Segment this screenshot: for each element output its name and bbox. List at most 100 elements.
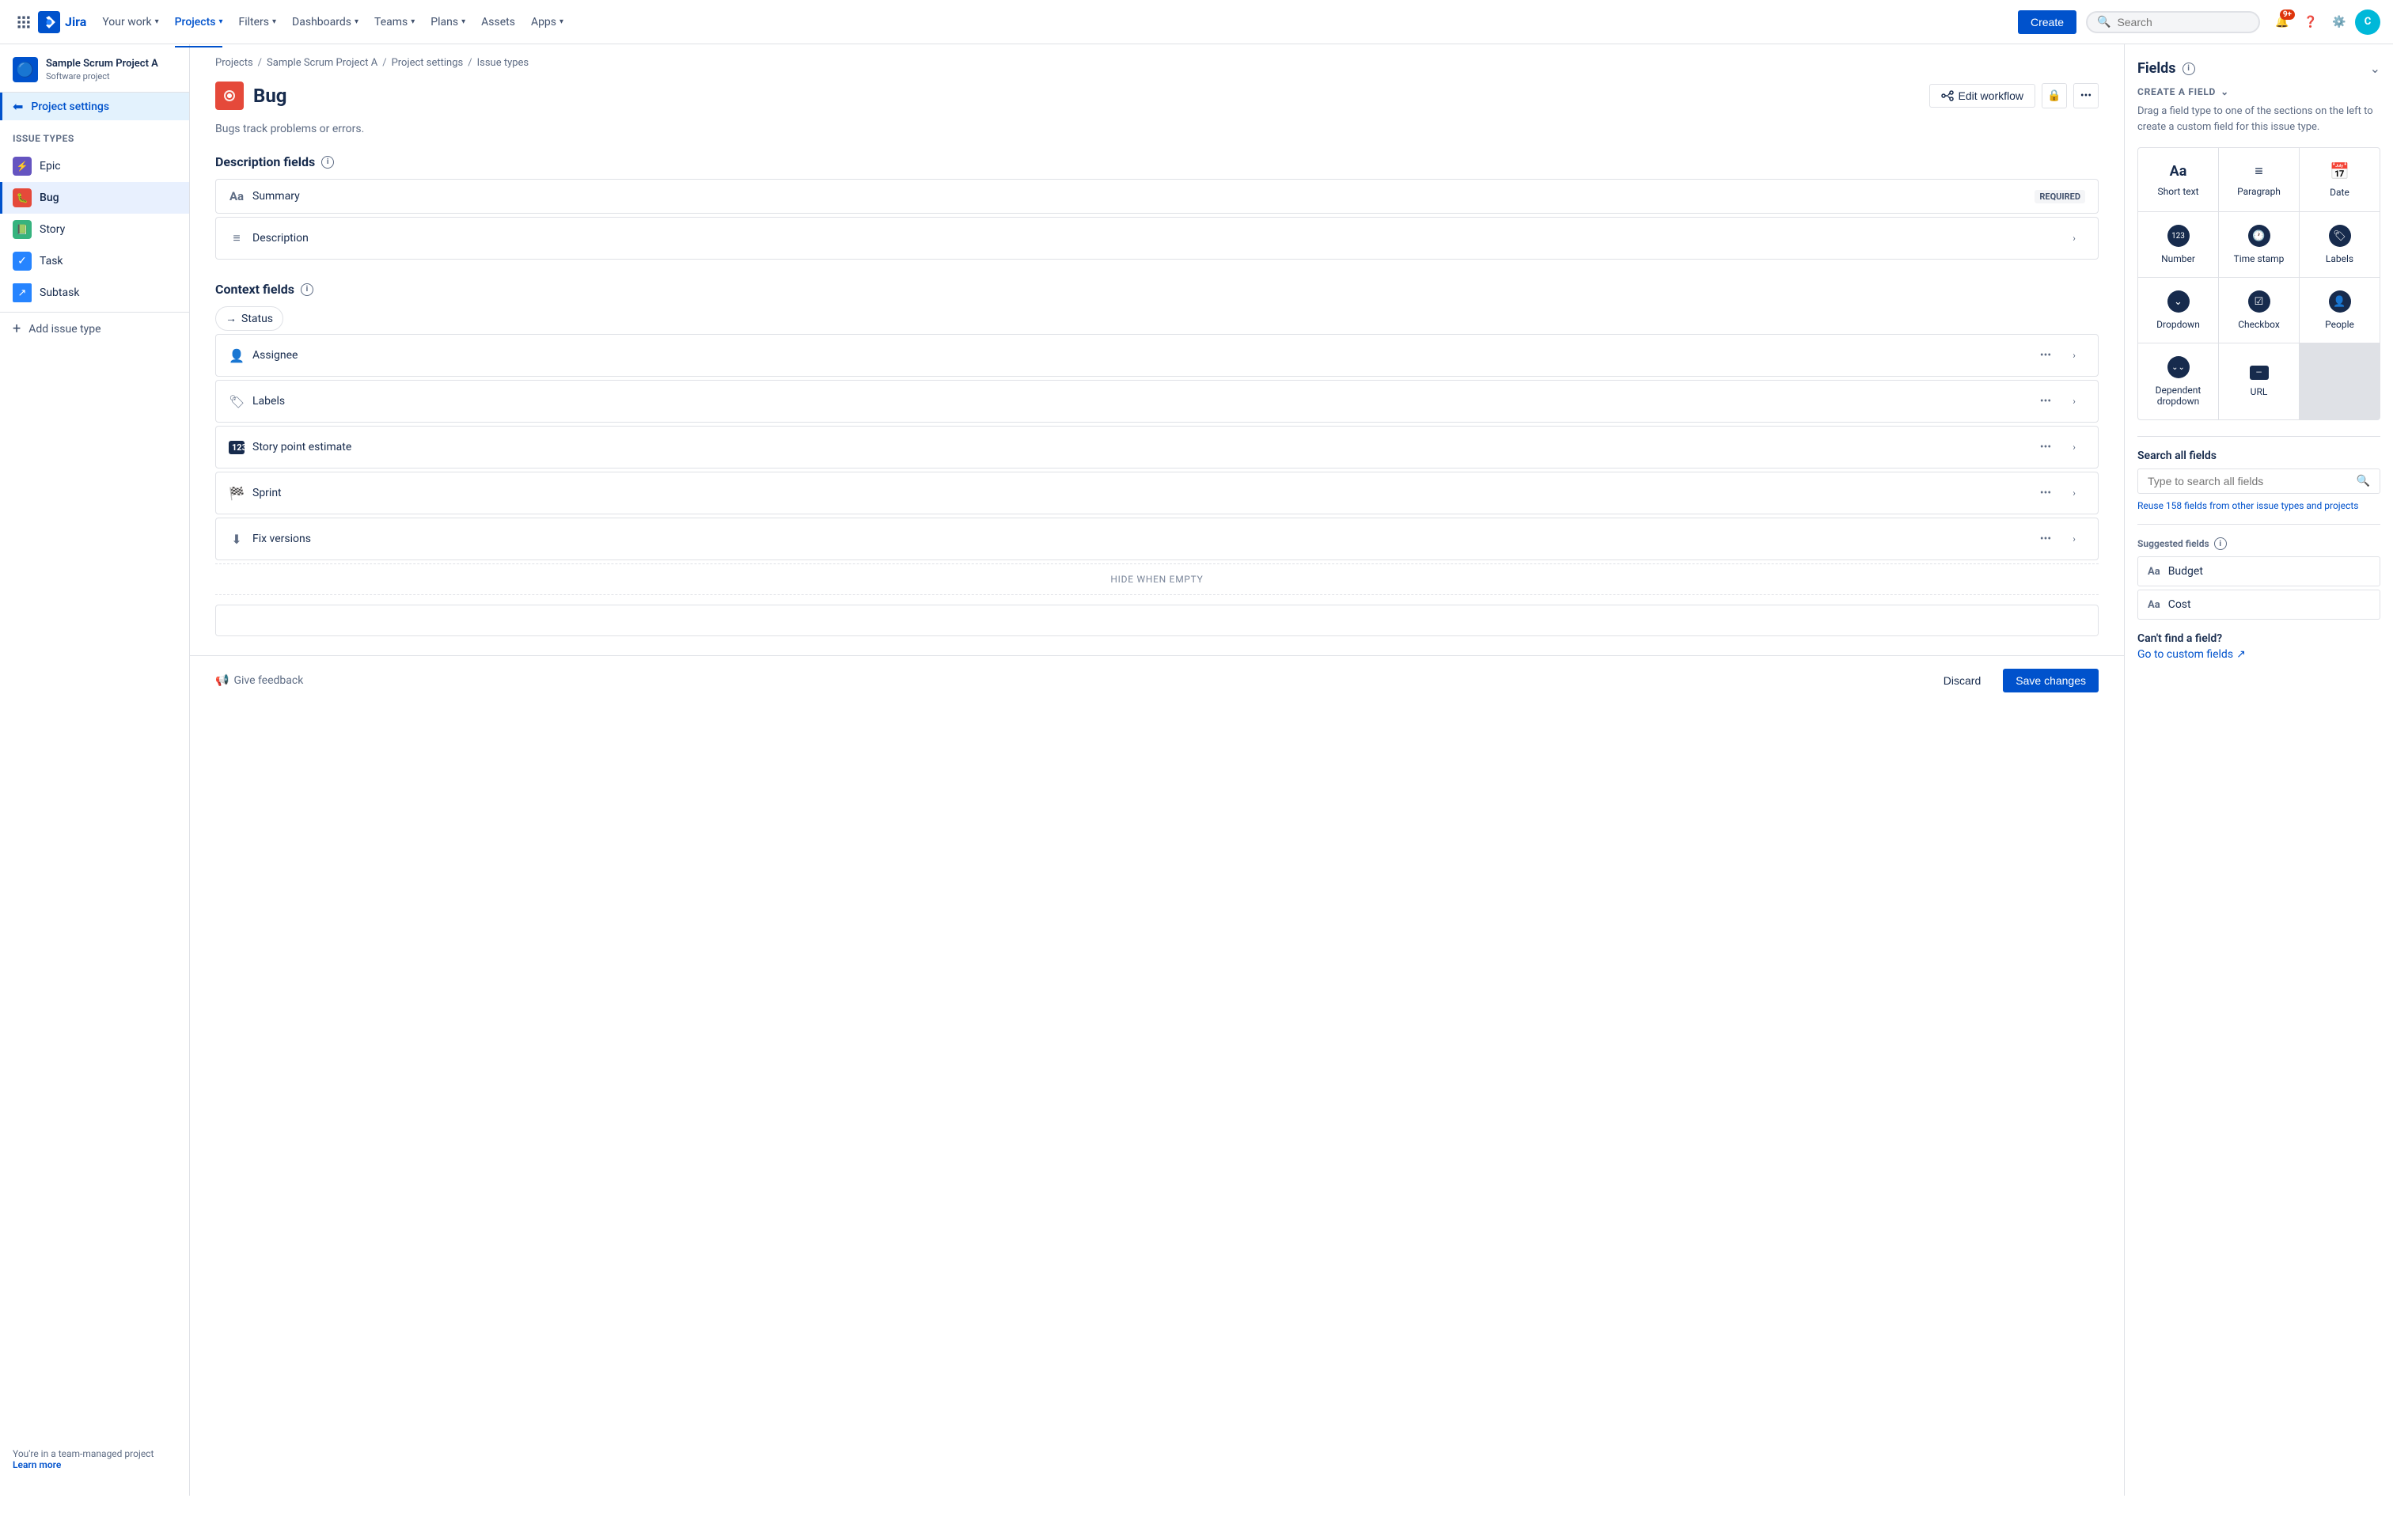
suggested-budget-field[interactable]: Aa Budget	[2137, 556, 2380, 586]
plans-nav[interactable]: Plans ▾	[424, 11, 472, 33]
breadcrumb-projects[interactable]: Projects	[215, 57, 253, 69]
filters-nav[interactable]: Filters ▾	[232, 11, 283, 33]
projects-nav[interactable]: Projects ▾	[169, 11, 229, 33]
field-type-dependent-dropdown[interactable]: ⌄⌄ Dependent dropdown	[2138, 343, 2218, 419]
assignee-field[interactable]: 👤 Assignee ••• ›	[215, 334, 2099, 377]
sidebar-item-project-settings[interactable]: ⬅ Project settings	[0, 93, 189, 120]
labels-expand-button[interactable]: ›	[2063, 390, 2085, 412]
sidebar-item-task[interactable]: ✓ Task	[0, 245, 189, 277]
description-fields-section: Description fields i Aa Summary REQUIRED…	[190, 154, 2124, 282]
plans-chevron-icon: ▾	[461, 17, 465, 26]
story-point-icon: 123	[229, 441, 245, 454]
number-label: Number	[2161, 253, 2195, 264]
suggested-info-icon[interactable]: i	[2214, 537, 2227, 550]
sprint-expand-button[interactable]: ›	[2063, 482, 2085, 504]
main-content: Projects / Sample Scrum Project A / Proj…	[190, 44, 2124, 1496]
search-box[interactable]: 🔍	[2086, 11, 2260, 33]
sidebar-item-subtask[interactable]: ↗ Subtask	[0, 277, 189, 309]
more-options-button[interactable]: •••	[2073, 83, 2099, 108]
field-type-number[interactable]: 123 Number	[2138, 212, 2218, 277]
story-label: Story	[40, 223, 65, 236]
help-button[interactable]: ❓	[2298, 9, 2323, 35]
discard-button[interactable]: Discard	[1931, 669, 1993, 692]
description-field[interactable]: ≡ Description ›	[215, 217, 2099, 260]
topnav-icons: 🔔 9+ ❓ ⚙️ C	[2270, 9, 2380, 35]
learn-more-link[interactable]: Learn more	[13, 1459, 61, 1470]
sprint-field[interactable]: 🏁 Sprint ••• ›	[215, 472, 2099, 514]
user-avatar[interactable]: C	[2355, 9, 2380, 35]
breadcrumb-project[interactable]: Sample Scrum Project A	[267, 57, 377, 69]
sprint-field-name: Sprint	[252, 487, 282, 499]
panel-header: Fields i ⌄	[2137, 60, 2380, 77]
story-point-field[interactable]: 123 Story point estimate ••• ›	[215, 426, 2099, 468]
suggested-label: Suggested fields i	[2137, 537, 2380, 550]
search-input[interactable]	[2117, 16, 2243, 28]
logo-text: Jira	[65, 14, 86, 29]
sidebar-item-story[interactable]: 📗 Story	[0, 214, 189, 245]
apps-nav[interactable]: Apps ▾	[525, 11, 570, 33]
field-type-date[interactable]: 📅 Date	[2300, 148, 2380, 211]
add-issue-type-button[interactable]: + Add issue type	[0, 312, 189, 345]
suggested-cost-field[interactable]: Aa Cost	[2137, 590, 2380, 620]
assignee-expand-button[interactable]: ›	[2063, 344, 2085, 366]
sprint-more-button[interactable]: •••	[2035, 482, 2057, 504]
story-point-expand-button[interactable]: ›	[2063, 436, 2085, 458]
your-work-nav[interactable]: Your work ▾	[96, 11, 165, 33]
date-icon: 📅	[2330, 161, 2349, 180]
edit-workflow-button[interactable]: Edit workflow	[1929, 84, 2035, 108]
breadcrumb-project-settings[interactable]: Project settings	[392, 57, 464, 69]
lock-button[interactable]: 🔒	[2042, 83, 2067, 108]
field-type-paragraph[interactable]: ≡ Paragraph	[2219, 148, 2299, 211]
header-actions: Edit workflow 🔒 •••	[1929, 83, 2099, 108]
description-info-icon[interactable]: i	[321, 156, 334, 169]
status-field-name: Status	[241, 313, 273, 325]
story-point-more-button[interactable]: •••	[2035, 436, 2057, 458]
field-type-labels[interactable]: 🏷 Labels	[2300, 212, 2380, 277]
field-type-timestamp[interactable]: 🕐 Time stamp	[2219, 212, 2299, 277]
context-info-icon[interactable]: i	[301, 283, 313, 296]
bug-type-icon	[215, 82, 244, 110]
your-work-chevron-icon: ▾	[155, 17, 159, 26]
field-type-short-text[interactable]: Aa Short text	[2138, 148, 2218, 211]
dashboards-chevron-icon: ▾	[355, 17, 358, 26]
status-arrow-icon: →	[226, 312, 237, 325]
jira-logo[interactable]: Jira	[38, 11, 86, 33]
sidebar-item-bug[interactable]: 🐛 Bug	[0, 182, 189, 214]
status-field[interactable]: → Status	[215, 306, 283, 331]
settings-button[interactable]: ⚙️	[2327, 9, 2352, 35]
url-label: URL	[2251, 386, 2268, 397]
labels-field[interactable]: 🏷 Labels ••• ›	[215, 380, 2099, 423]
description-expand-button[interactable]: ›	[2063, 227, 2085, 249]
labels-more-button[interactable]: •••	[2035, 390, 2057, 412]
create-button[interactable]: Create	[2018, 10, 2076, 34]
search-all-input[interactable]	[2148, 475, 2350, 487]
partial-field	[215, 605, 2099, 636]
field-type-dropdown[interactable]: ⌄ Dropdown	[2138, 278, 2218, 343]
panel-info-icon[interactable]: i	[2183, 63, 2195, 75]
summary-field[interactable]: Aa Summary REQUIRED	[215, 179, 2099, 214]
sidebar-project-header[interactable]: 🔵 Sample Scrum Project A Software projec…	[0, 44, 189, 93]
epic-icon: ⚡	[13, 157, 32, 176]
assignee-icon: 👤	[229, 348, 245, 363]
panel-collapse-button[interactable]: ⌄	[2370, 61, 2380, 76]
field-type-people[interactable]: 👤 People	[2300, 278, 2380, 343]
assignee-more-button[interactable]: •••	[2035, 344, 2057, 366]
give-feedback-button[interactable]: 📢 Give feedback	[215, 674, 303, 687]
dashboards-nav[interactable]: Dashboards ▾	[286, 11, 365, 33]
story-point-field-name: Story point estimate	[252, 441, 351, 453]
notifications-button[interactable]: 🔔 9+	[2270, 9, 2295, 35]
sidebar-item-epic[interactable]: ⚡ Epic	[0, 150, 189, 182]
fix-versions-field[interactable]: ⬇ Fix versions ••• ›	[215, 518, 2099, 560]
create-field-section: CREATE A FIELD ⌄ Drag a field type to on…	[2137, 86, 2380, 420]
field-type-url[interactable]: — URL	[2219, 343, 2299, 419]
go-to-custom-fields-link[interactable]: Go to custom fields ↗	[2137, 648, 2380, 661]
fix-versions-more-button[interactable]: •••	[2035, 528, 2057, 550]
epic-label: Epic	[40, 160, 61, 173]
assets-nav[interactable]: Assets	[475, 11, 521, 33]
search-all-input-container[interactable]: 🔍	[2137, 468, 2380, 494]
fix-versions-expand-button[interactable]: ›	[2063, 528, 2085, 550]
app-switcher-button[interactable]	[13, 11, 35, 33]
teams-nav[interactable]: Teams ▾	[368, 11, 421, 33]
field-type-checkbox[interactable]: ☑ Checkbox	[2219, 278, 2299, 343]
save-changes-button[interactable]: Save changes	[2003, 669, 2099, 692]
